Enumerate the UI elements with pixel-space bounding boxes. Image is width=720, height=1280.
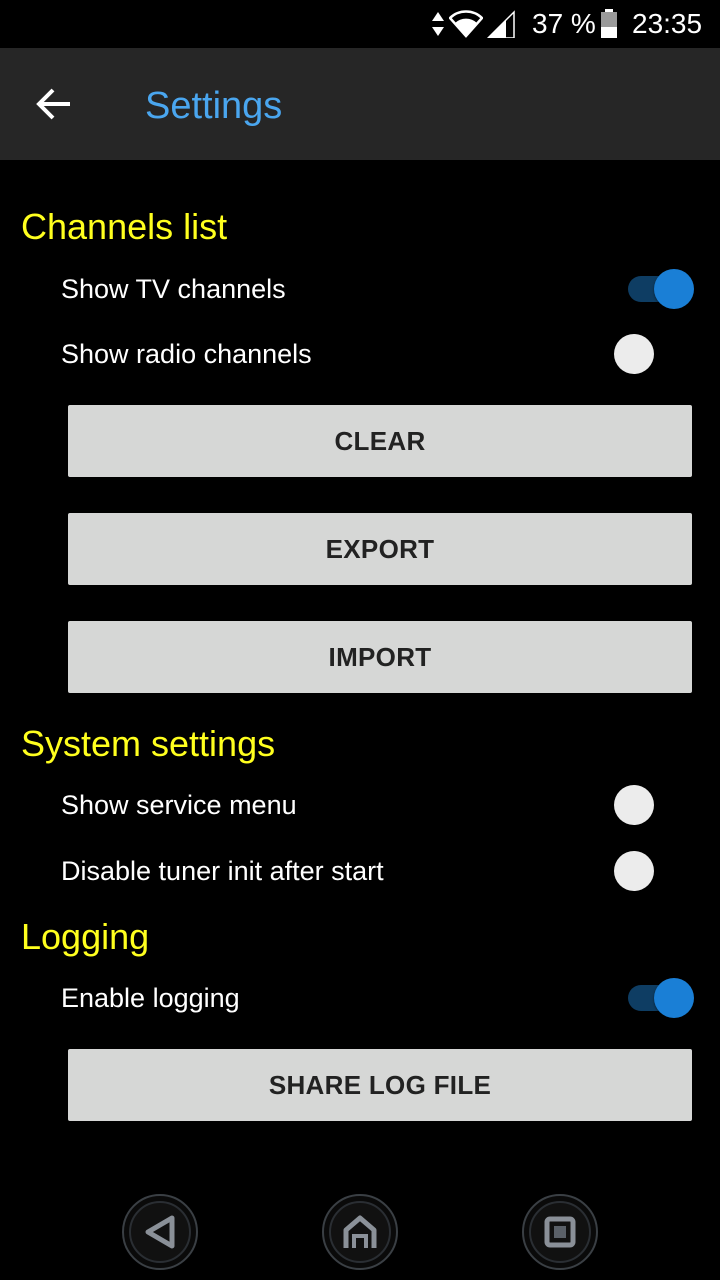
page-title: Settings [145,85,283,127]
nav-recents-button[interactable] [520,1192,600,1272]
nav-home-button[interactable] [320,1192,400,1272]
section-header-logging: Logging [21,916,150,957]
export-button[interactable]: EXPORT [68,513,692,585]
back-button[interactable] [24,76,84,132]
enable-logging-switch[interactable] [624,977,696,1021]
show-service-menu-switch[interactable] [614,784,696,828]
switch-thumb [654,269,694,309]
status-bar: 37 % 23:35 [0,0,720,48]
pref-show-service-menu[interactable]: Show service menu [0,774,720,838]
pref-show-radio-channels[interactable]: Show radio channels [0,323,720,387]
network-arrows-icon [432,12,444,36]
show-radio-channels-switch[interactable] [614,333,696,377]
section-header-system: System settings [21,723,276,764]
pref-label: Show service menu [61,790,297,820]
arrow-left-icon [36,88,70,120]
pref-enable-logging[interactable]: Enable logging [0,967,720,1031]
disable-tuner-init-switch[interactable] [614,850,696,894]
pref-disable-tuner-init[interactable]: Disable tuner init after start [0,840,720,904]
clock: 23:35 [632,8,703,39]
app-toolbar: Settings [0,48,720,160]
switch-thumb [654,978,694,1018]
pref-show-tv-channels[interactable]: Show TV channels [0,258,720,322]
share-log-file-button[interactable]: SHARE LOG FILE [68,1049,692,1121]
pref-label: Disable tuner init after start [61,856,384,886]
pref-label: Enable logging [61,983,240,1013]
clear-button[interactable]: CLEAR [68,405,692,477]
show-tv-channels-switch[interactable] [624,268,696,312]
pref-label: Show TV channels [61,274,286,304]
pref-label: Show radio channels [61,339,312,369]
switch-thumb [614,851,654,891]
nav-back-button[interactable] [120,1192,200,1272]
battery-percent: 37 % [532,8,596,39]
nav-back-icon [122,1194,198,1270]
import-button[interactable]: IMPORT [68,621,692,693]
system-nav-bar [0,1180,720,1280]
battery-icon [601,9,617,38]
switch-thumb [614,334,654,374]
wifi-icon [449,10,483,38]
nav-home-icon [322,1194,398,1270]
switch-thumb [614,785,654,825]
nav-recents-icon [522,1194,598,1270]
cell-signal-icon [486,10,515,38]
section-header-channels: Channels list [21,206,228,247]
